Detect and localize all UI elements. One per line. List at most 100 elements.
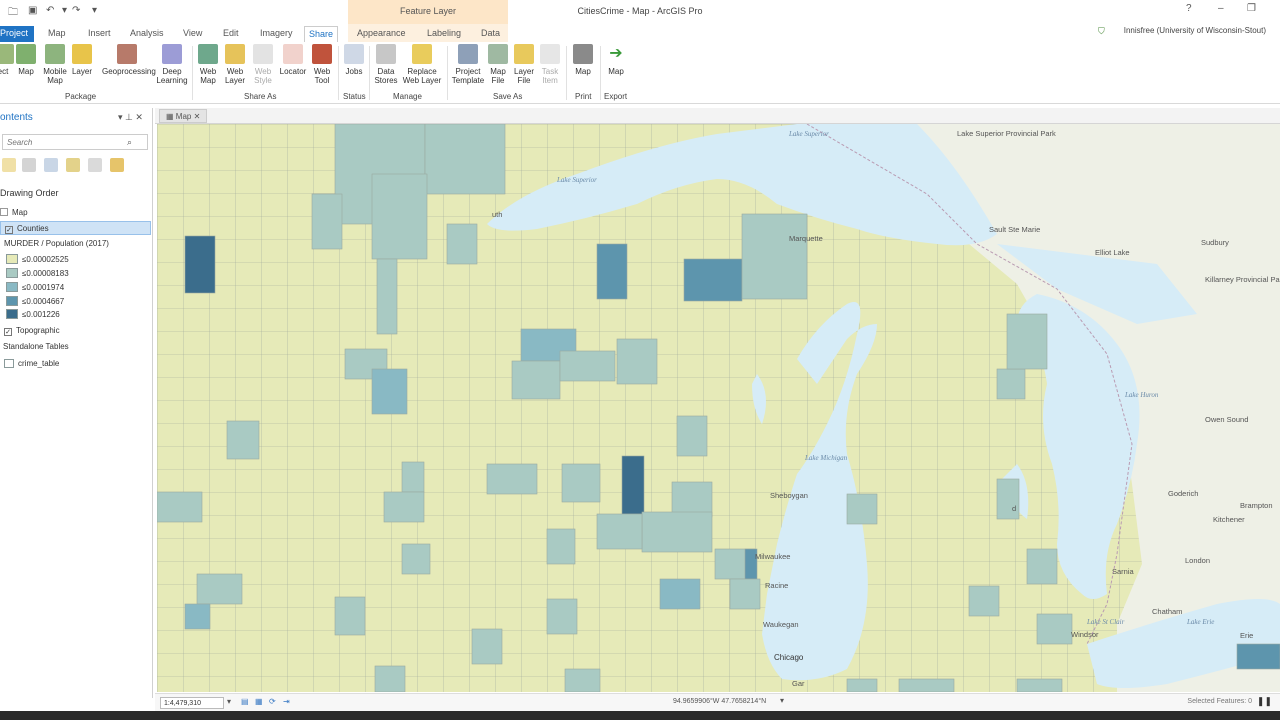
contents-pane: ontents ▾ ⊥ ✕ ⌕ Drawing Order Map ✓Count… — [0, 108, 153, 698]
legend-swatch-4 — [6, 296, 18, 306]
group-print: Print — [575, 92, 592, 101]
web-tool-button[interactable]: Web Tool — [310, 44, 334, 85]
deep-learning-package-button[interactable]: Deep Learning — [155, 44, 189, 85]
list-by-labeling-icon[interactable] — [110, 158, 124, 172]
export-map-button[interactable]: ➔ Map — [603, 44, 629, 76]
grid-icon[interactable]: ▦ — [255, 697, 263, 706]
tab-imagery[interactable]: Imagery — [256, 26, 297, 42]
navigate-icon[interactable]: ⇥ — [283, 697, 290, 706]
help-button[interactable]: ? — [1186, 3, 1192, 14]
map-package-button[interactable]: Map — [15, 44, 37, 76]
jobs-button[interactable]: Jobs — [342, 44, 366, 76]
refresh-icon[interactable]: ⟳ — [269, 697, 276, 706]
web-layer-button[interactable]: Web Layer — [222, 44, 248, 85]
customize-qat-icon[interactable]: ▾ — [92, 5, 97, 19]
map-canvas[interactable]: Lake Superior Lake Superior Lake Superio… — [157, 124, 1280, 692]
web-style-button[interactable]: Web Style — [251, 44, 275, 85]
lake-superior-label-2: Lake Superior — [556, 176, 597, 184]
duluth-label: uth — [492, 210, 502, 219]
toc-crime-table[interactable]: crime_table — [4, 357, 59, 371]
group-status: Status — [343, 92, 366, 101]
group-manage: Manage — [393, 92, 422, 101]
jobs-icon — [344, 44, 364, 64]
close-icon[interactable]: ✕ — [194, 112, 201, 121]
toc-counties-layer[interactable]: ✓ Counties — [0, 221, 151, 235]
sheboygan-label: Sheboygan — [770, 491, 808, 500]
kitchener-label: Kitchener — [1213, 515, 1245, 524]
locator-button[interactable]: Locator — [278, 44, 308, 76]
list-by-selection-icon[interactable] — [44, 158, 58, 172]
ribbon-separator — [369, 46, 370, 100]
close-icon[interactable]: ✕ — [135, 112, 143, 122]
toc-map-item[interactable]: Map — [0, 206, 28, 220]
save-icon[interactable]: ▣ — [28, 5, 37, 19]
layer-package-icon — [72, 44, 92, 64]
map-file-button[interactable]: Map File — [487, 44, 509, 85]
scale-selector[interactable]: 1:4,479,310 — [160, 697, 224, 709]
map-view-tab[interactable]: ▦ Map ✕ — [159, 109, 208, 123]
visibility-checkbox[interactable]: ✓ — [4, 328, 12, 336]
fixed-zoom-icon[interactable]: ▤ — [241, 697, 249, 706]
lake-michigan-label: Lake Michigan — [804, 454, 848, 462]
data-stores-icon — [376, 44, 396, 64]
data-stores-button[interactable]: Data Stores — [373, 44, 399, 85]
web-map-button[interactable]: Web Map — [196, 44, 220, 85]
contents-title: ontents — [0, 112, 33, 123]
expand-icon[interactable] — [0, 208, 8, 216]
chevron-down-icon[interactable]: ▾ — [780, 696, 784, 705]
print-map-button[interactable]: Map — [570, 44, 596, 76]
mobile-map-package-button[interactable]: Mobile Map — [40, 44, 70, 85]
tab-view[interactable]: View — [179, 26, 206, 42]
map-view-tabs: ▦ Map ✕ — [155, 108, 1280, 124]
legend-class-2: ≤0.00008183 — [6, 267, 69, 281]
toc-topographic-layer[interactable]: ✓ Topographic — [4, 324, 60, 338]
user-icon: ⛉ — [1098, 26, 1105, 36]
list-by-editing-icon[interactable] — [66, 158, 80, 172]
search-icon[interactable]: ⌕ — [127, 137, 132, 148]
task-item-button[interactable]: Task Item — [539, 44, 561, 85]
ribbon-separator — [338, 46, 339, 100]
signed-in-user[interactable]: Innisfree (University of Wisconsin-Stout… — [1124, 26, 1266, 35]
group-export: Export — [604, 92, 628, 101]
redo-icon[interactable]: ↷ — [72, 5, 80, 19]
pin-icon[interactable]: ⊥ — [125, 112, 133, 122]
visibility-checkbox[interactable]: ✓ — [5, 226, 13, 234]
tab-data[interactable]: Data — [477, 26, 504, 42]
layer-package-button[interactable]: Layer — [71, 44, 93, 76]
list-by-source-icon[interactable] — [22, 158, 36, 172]
tab-edit[interactable]: Edit — [219, 26, 243, 42]
coordinate-readout: 94.9659906°W 47.7658214°N — [673, 698, 767, 705]
lake-st-clair-label: Lake St Clair — [1086, 618, 1125, 626]
pause-drawing-icon[interactable]: ❚❚ — [1257, 696, 1272, 707]
london-label: London — [1185, 556, 1210, 565]
project-package-button[interactable]: ect — [0, 44, 14, 76]
project-template-button[interactable]: Project Template — [450, 44, 486, 85]
standalone-tables-heading: Standalone Tables — [3, 342, 69, 351]
tab-map[interactable]: Map — [44, 26, 70, 42]
layer-file-button[interactable]: Layer File — [513, 44, 535, 85]
replace-web-layer-button[interactable]: Replace Web Layer — [401, 44, 443, 85]
export-arrow-icon: ➔ — [606, 44, 626, 64]
chevron-down-icon[interactable]: ▾ — [227, 697, 231, 706]
chevron-down-icon[interactable]: ▾ — [118, 112, 123, 122]
chevron-down-icon[interactable]: ▾ — [62, 5, 67, 19]
restore-button[interactable]: ❐ — [1247, 3, 1256, 14]
map-file-icon — [488, 44, 508, 64]
list-by-snapping-icon[interactable] — [88, 158, 102, 172]
map-view[interactable]: Lake Superior Lake Superior Lake Superio… — [157, 124, 1280, 692]
tab-share[interactable]: Share — [304, 26, 339, 42]
selected-features-count[interactable]: Selected Features: 0 — [1187, 698, 1252, 705]
legend-swatch-2 — [6, 268, 18, 278]
open-project-icon[interactable]: 🗀 — [8, 5, 18, 19]
tab-project[interactable]: Project — [0, 26, 34, 42]
tab-labeling[interactable]: Labeling — [423, 26, 465, 42]
tab-insert[interactable]: Insert — [84, 26, 115, 42]
undo-icon[interactable]: ↶ — [46, 5, 54, 19]
tab-appearance[interactable]: Appearance — [353, 26, 410, 42]
geoprocessing-package-button[interactable]: Geoprocessing — [102, 44, 156, 76]
list-by-drawing-order-icon[interactable] — [2, 158, 16, 172]
tab-analysis[interactable]: Analysis — [126, 26, 168, 42]
minimize-button[interactable]: – — [1218, 3, 1224, 14]
lake-superior-label-1: Lake Superior — [788, 130, 829, 138]
geoprocessing-icon — [117, 44, 137, 64]
